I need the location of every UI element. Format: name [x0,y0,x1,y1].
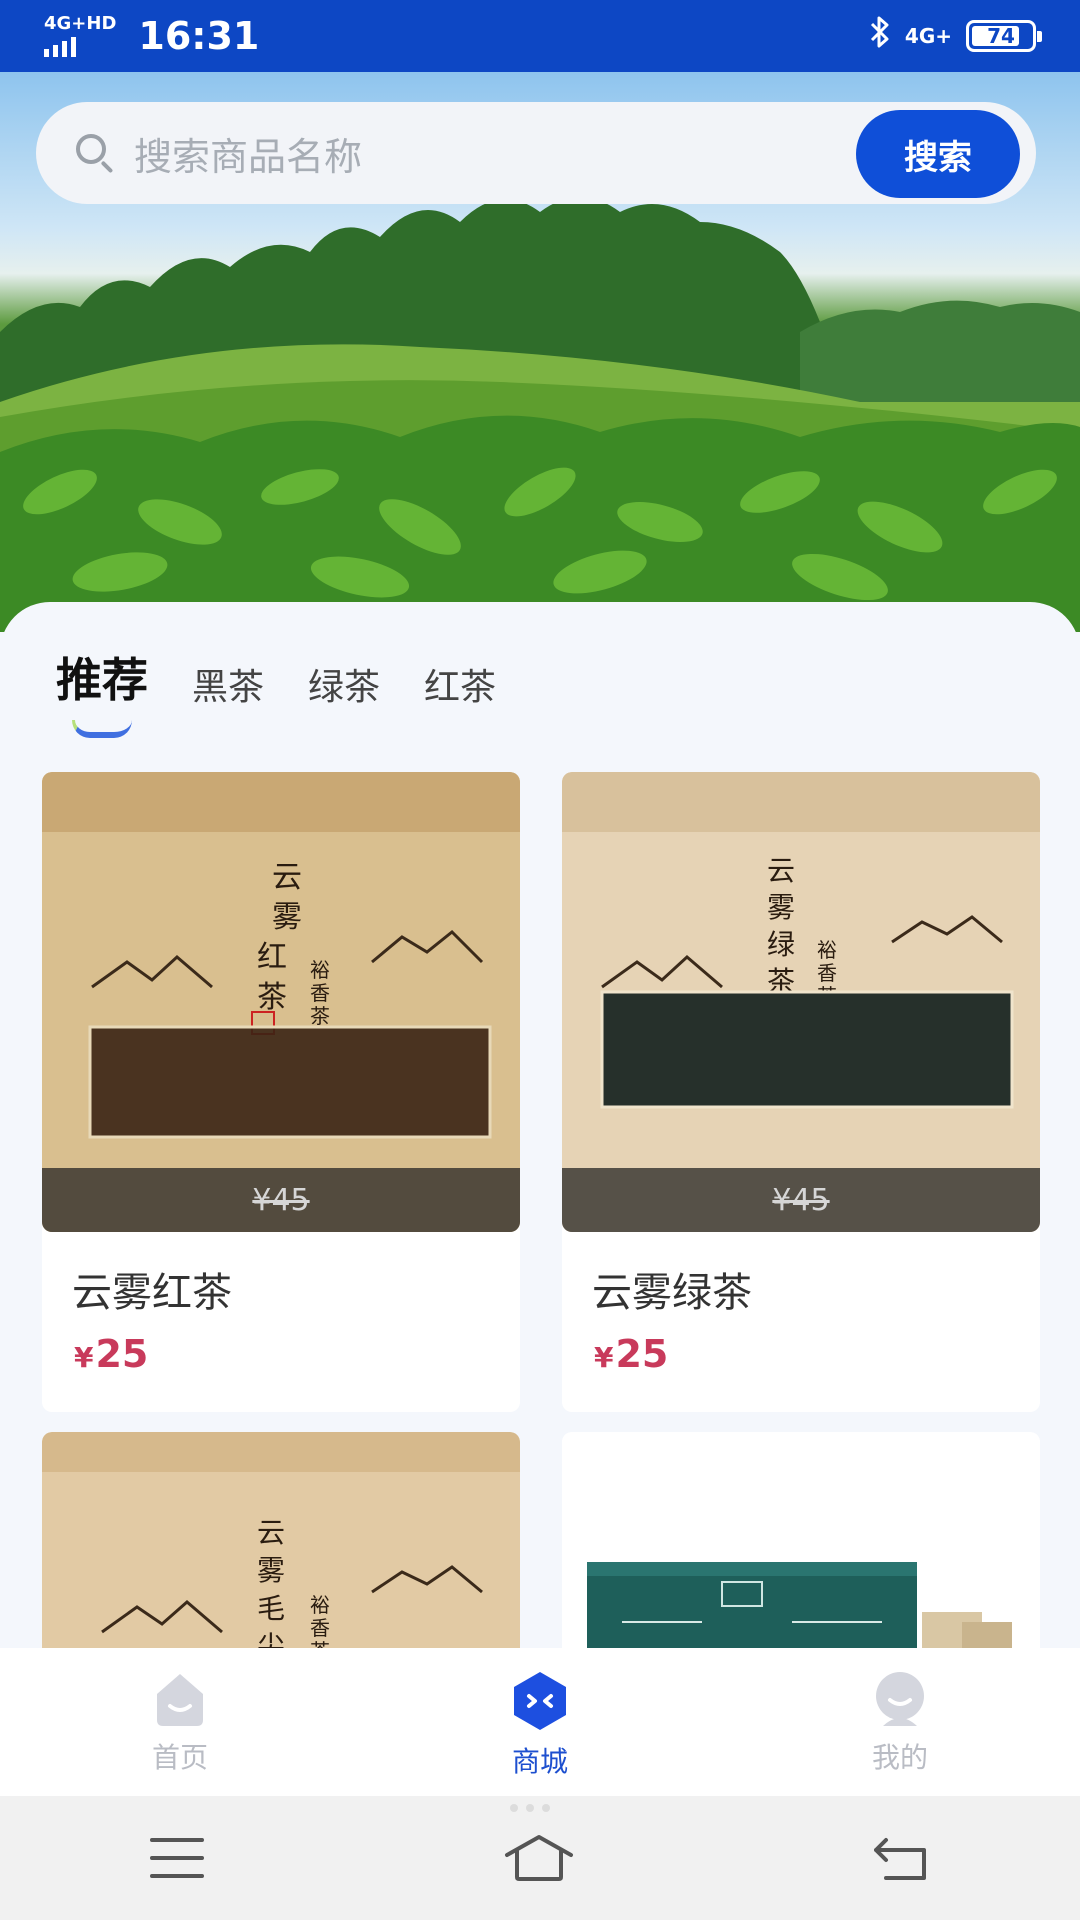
content-panel: 推荐 黑茶 绿茶 红茶 云 雾 红 茶 裕 香 茶 ¥45 云雾红茶 ¥25 云… [0,602,1080,1648]
nav-profile[interactable]: 我的 [720,1648,1080,1796]
back-icon[interactable] [874,1834,930,1882]
nav-label-shop: 商城 [511,1745,568,1778]
product-price: ¥25 [562,1318,1040,1412]
tab-dark-tea[interactable]: 黑茶 [192,658,264,710]
package-label-char: 雾 [272,900,302,935]
network-type-right: 4G+ [904,24,952,48]
currency-symbol: ¥ [594,1341,614,1374]
tab-recommended[interactable]: 推荐 [56,644,148,710]
product-name: 云雾绿茶 [592,1270,752,1316]
signal-bars-icon [44,35,116,57]
currency-symbol: ¥ [74,1341,94,1374]
search-input[interactable]: 搜索商品名称 [134,126,362,181]
product-price: ¥25 [42,1318,520,1412]
active-tab-indicator [72,720,132,738]
package-label-char: 茶 [257,980,287,1015]
package-label-char: 红 [257,940,287,975]
product-name: 云雾红茶 [72,1270,232,1316]
package-brand-char: 香 [310,1616,330,1640]
original-price-overlay: ¥45 [562,1168,1040,1232]
nav-label-home: 首页 [151,1741,208,1774]
package-label-char: 毛 [257,1592,285,1625]
search-bar[interactable]: 搜索商品名称 搜索 [36,102,1036,204]
product-card[interactable]: 云 雾 红 茶 裕 香 茶 ¥45 云雾红茶 ¥25 [42,772,520,1412]
category-tabs: 推荐 黑茶 绿茶 红茶 [56,644,496,710]
original-price-overlay: ¥45 [42,1168,520,1232]
profile-icon [876,1672,924,1726]
product-image: 云 雾 红 茶 裕 香 茶 ¥45 [42,772,520,1232]
product-image [562,1432,1040,1648]
page-dots [510,1804,550,1812]
product-image: 云 雾 绿 茶 裕 香 茶 ¥45 [562,772,1040,1232]
package-label-char: 云 [767,854,795,887]
tab-black-tea[interactable]: 红茶 [424,658,496,710]
product-card[interactable] [562,1432,1040,1648]
home-icon [157,1674,203,1726]
package-label-char: 雾 [257,1554,285,1587]
package-brand-char: 茶 [310,1639,330,1648]
nav-label-profile: 我的 [871,1741,928,1774]
package-label-char: 雾 [767,891,795,924]
battery-icon: 74 [966,20,1042,52]
package-brand-char: 裕 [310,1593,330,1617]
package-brand-char: 裕 [817,938,837,962]
package-label-char: 绿 [767,928,795,961]
package-label-char: 云 [257,1516,285,1549]
price-value: 25 [615,1332,669,1376]
clock: 16:31 [138,14,260,58]
package-brand-char: 裕 [310,958,330,982]
product-image: 云 雾 毛 尖 裕 香 茶 [42,1432,520,1648]
network-type-label: 4G+HD [44,13,117,34]
shop-icon [514,1672,566,1730]
product-card[interactable]: 云 雾 绿 茶 裕 香 茶 ¥45 云雾绿茶 ¥25 [562,772,1040,1412]
tab-green-tea[interactable]: 绿茶 [308,658,380,710]
package-label-char: 尖 [257,1630,285,1648]
nav-shop[interactable]: 商城 [360,1648,720,1796]
package-brand-char: 茶 [310,1004,330,1028]
status-bar: 4G+HD 16:31 4G+ 74 [0,0,1080,72]
home-button-icon[interactable] [503,1833,575,1883]
original-price: ¥45 [772,1182,830,1218]
search-icon [74,132,116,174]
package-label-char: 云 [272,860,302,895]
nav-home[interactable]: 首页 [0,1648,360,1796]
package-brand-char: 香 [310,981,330,1005]
bluetooth-icon [869,15,891,58]
menu-icon[interactable] [149,1836,204,1880]
package-brand-char: 香 [817,961,837,985]
product-card[interactable]: 云 雾 毛 尖 裕 香 茶 [42,1432,520,1648]
battery-level: 74 [987,24,1015,48]
system-nav-bar [0,1796,1080,1920]
bottom-nav: 首页 商城 我的 [0,1648,1080,1796]
original-price: ¥45 [252,1182,310,1218]
search-button[interactable]: 搜索 [856,110,1020,198]
signal-indicator: 4G+HD [44,15,116,57]
price-value: 25 [95,1332,149,1376]
